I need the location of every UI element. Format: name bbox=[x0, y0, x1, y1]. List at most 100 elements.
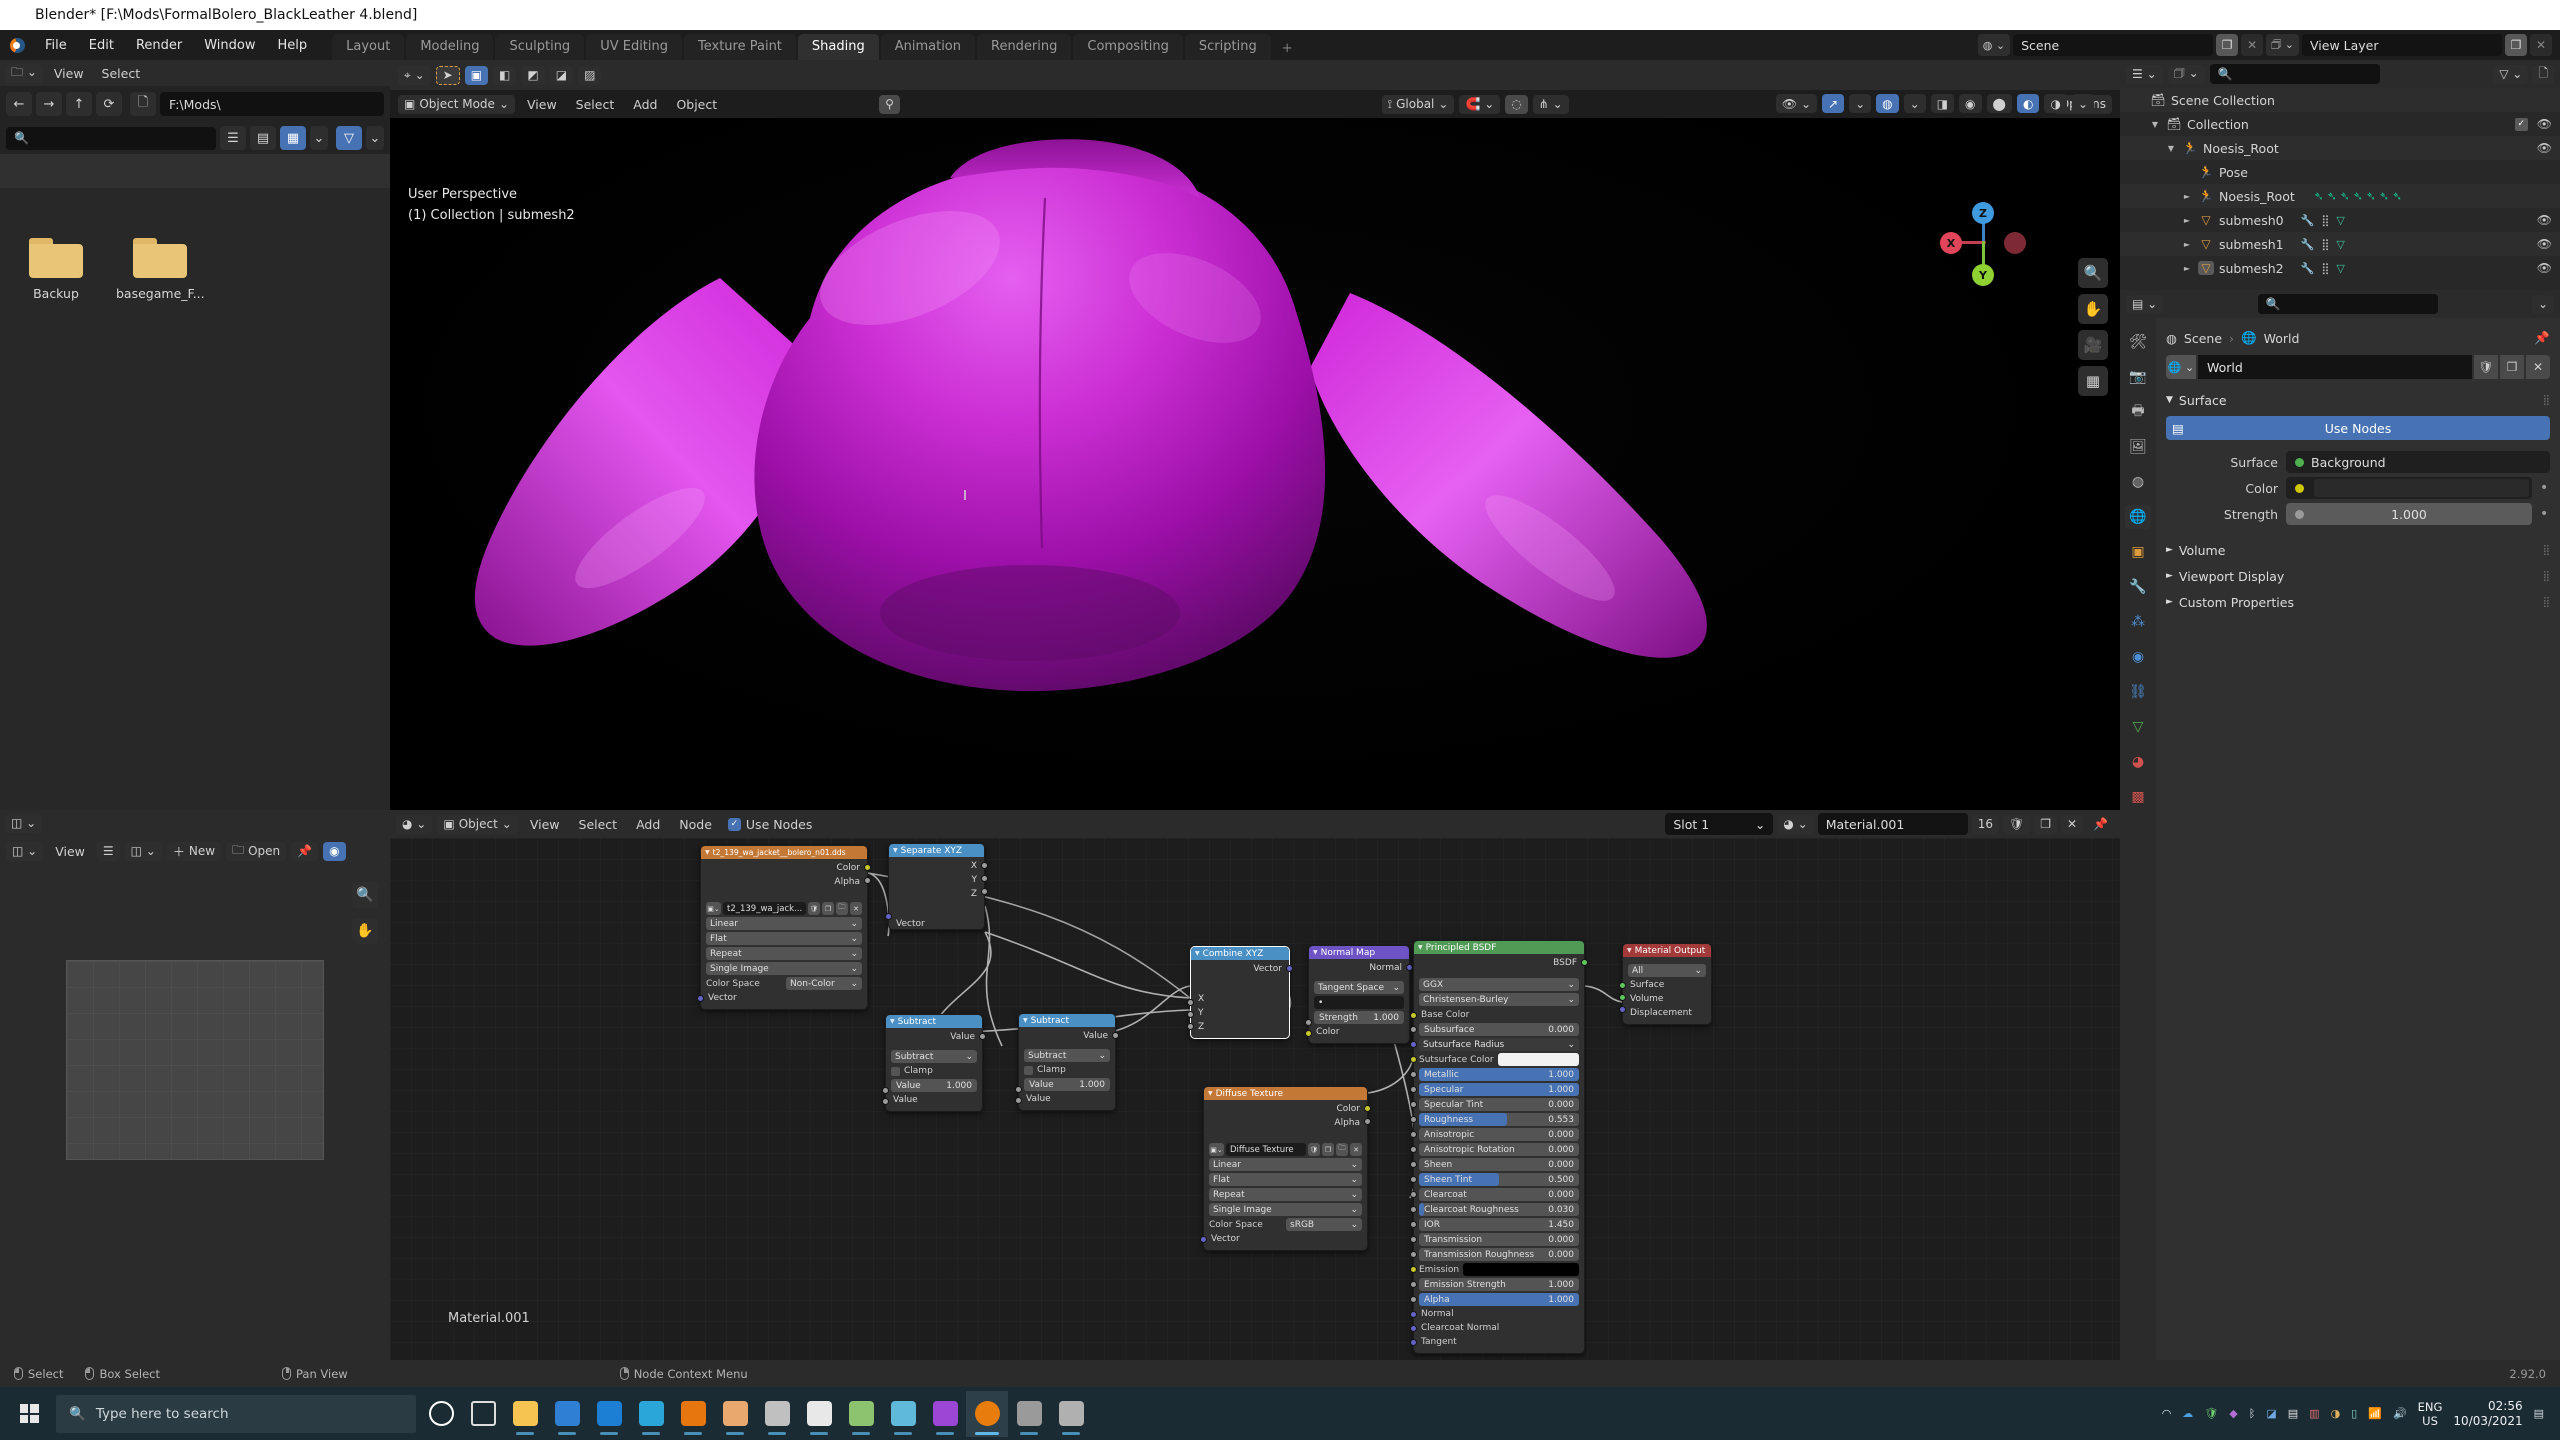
socket-vector-in[interactable] bbox=[885, 913, 892, 920]
use-nodes-checkbox[interactable]: ✓ Use Nodes bbox=[727, 817, 812, 832]
image-display-toggle[interactable]: ◉ bbox=[323, 841, 346, 861]
node-header[interactable]: ▼ Material Output bbox=[1623, 944, 1711, 957]
socket-anisotropic-rotation[interactable] bbox=[1410, 1146, 1417, 1153]
socket-alpha-out[interactable] bbox=[1364, 1118, 1371, 1125]
tray-app-icon[interactable]: ◆ bbox=[2229, 1407, 2237, 1420]
image-name-field[interactable]: t2_139_wa_jack... bbox=[723, 902, 806, 915]
value-slider[interactable]: Alpha 1.000 bbox=[1419, 1293, 1579, 1306]
detail-view-icon[interactable]: ▤ bbox=[250, 126, 276, 150]
socket-specular[interactable] bbox=[1410, 1086, 1417, 1093]
viewport-menu-view[interactable]: View bbox=[520, 97, 564, 112]
socket-x-out[interactable] bbox=[981, 862, 988, 869]
breadcrumb-scene[interactable]: Scene bbox=[2184, 331, 2222, 346]
select-subtract-icon[interactable]: ◩ bbox=[521, 65, 545, 85]
refresh-icon[interactable]: ⟳ bbox=[96, 92, 122, 116]
camera-view-icon[interactable]: 🎥 bbox=[2078, 330, 2108, 360]
start-button[interactable] bbox=[6, 1391, 52, 1437]
tab-material[interactable]: ◕ bbox=[2125, 750, 2151, 774]
viewport-menu-select[interactable]: Select bbox=[569, 97, 622, 112]
bone-icon[interactable]: ➴ bbox=[2353, 189, 2363, 203]
overlays-chevron-icon[interactable]: ⌄ bbox=[1903, 94, 1926, 113]
principled-row-metallic[interactable]: Metallic 1.000 bbox=[1410, 1068, 1579, 1081]
open-folder-icon[interactable]: 🗀 bbox=[836, 902, 848, 915]
principled-row-emission-strength[interactable]: Emission Strength 1.000 bbox=[1410, 1278, 1579, 1291]
list-view-icon[interactable]: ☰ bbox=[220, 126, 246, 150]
shader-menu-add[interactable]: Add bbox=[629, 817, 667, 832]
principled-row-alpha[interactable]: Alpha 1.000 bbox=[1410, 1293, 1579, 1306]
browser-icon[interactable] bbox=[1050, 1391, 1092, 1437]
edge-icon[interactable] bbox=[630, 1391, 672, 1437]
shading-material-preview-icon[interactable]: ◐ bbox=[2016, 94, 2040, 113]
vertex-group-icon[interactable]: ⣿ bbox=[2321, 238, 2329, 251]
socket-z-out[interactable] bbox=[981, 888, 988, 895]
collapse-triangle-icon[interactable]: ► bbox=[2181, 264, 2193, 273]
viewport-3d-canvas[interactable]: User Perspective (1) Collection | submes… bbox=[390, 94, 2120, 810]
copy-icon[interactable]: ❐ bbox=[1322, 1143, 1334, 1156]
node-input-vector[interactable]: Vector bbox=[894, 918, 979, 930]
tab-data[interactable]: ▽ bbox=[2125, 715, 2151, 739]
node-normal-map[interactable]: ▼ Normal Map Normal Tangent Space ⌄ • Str… bbox=[1305, 945, 1413, 1044]
strength-field[interactable]: Strength 1.000 bbox=[1314, 1011, 1404, 1024]
collection-checkbox[interactable]: ✓ bbox=[2514, 117, 2528, 131]
node-header[interactable]: ▼ Subtract bbox=[1019, 1014, 1115, 1027]
visibility-eye-icon[interactable]: 👁 bbox=[2537, 261, 2552, 275]
socket-emission[interactable] bbox=[1410, 1266, 1417, 1273]
socket-alpha-out[interactable] bbox=[864, 877, 871, 884]
socket-alpha[interactable] bbox=[1410, 1296, 1417, 1303]
material-name-field[interactable]: Material.001 bbox=[1817, 813, 1968, 835]
shading-wireframe-icon[interactable]: ◉ bbox=[1959, 94, 1982, 113]
file-item-basegame[interactable]: basegame_F... bbox=[116, 238, 205, 301]
material-unlink-icon[interactable]: ✕ bbox=[2060, 814, 2084, 834]
breadcrumb-world[interactable]: World bbox=[2264, 331, 2300, 346]
value-slider[interactable]: Sheen Tint 0.500 bbox=[1419, 1173, 1579, 1186]
mesh-data-icon[interactable]: ▽ bbox=[2336, 238, 2344, 251]
workspace-tab-modeling[interactable]: Modeling bbox=[406, 34, 494, 60]
value-slider[interactable]: Transmission Roughness 0.000 bbox=[1419, 1248, 1579, 1261]
socket-sheen-tint[interactable] bbox=[1410, 1176, 1417, 1183]
material-copy-icon[interactable]: ❐ bbox=[2034, 814, 2057, 834]
animate-color-dot-icon[interactable]: • bbox=[2540, 480, 2550, 496]
principled-row-clearcoat[interactable]: Clearcoat 0.000 bbox=[1410, 1188, 1579, 1201]
node-output-bsdf[interactable]: BSDF bbox=[1419, 957, 1579, 969]
new-image-button[interactable]: ＋ New bbox=[166, 841, 222, 861]
shader-type-dropdown[interactable]: ▣ Object ⌄ bbox=[437, 814, 518, 834]
workspace-tab-rendering[interactable]: Rendering bbox=[977, 34, 1072, 60]
outliner-display-mode-icon[interactable]: 🗇 ⌄ bbox=[2167, 64, 2205, 84]
node-input-displacement[interactable]: Displacement bbox=[1628, 1007, 1706, 1019]
node-header[interactable]: ▼ Principled BSDF bbox=[1414, 941, 1584, 954]
transform-orientation-dropdown[interactable]: ⟟ Global ⌄ bbox=[1381, 94, 1455, 114]
socket-value-out[interactable] bbox=[1112, 1032, 1119, 1039]
colorspace-dropdown[interactable]: sRGB ⌄ bbox=[1286, 1218, 1362, 1231]
socket-value-in-1[interactable] bbox=[882, 1087, 889, 1094]
node-input-z[interactable]: Z bbox=[1196, 1021, 1284, 1033]
bone-icon[interactable]: ➴ bbox=[2392, 189, 2402, 203]
row-dropdown[interactable]: Sutsurface Radius ⌄ bbox=[1419, 1038, 1579, 1051]
value-slider[interactable]: Anisotropic 0.000 bbox=[1419, 1128, 1579, 1141]
fake-user-shield-icon[interactable]: 🛡 bbox=[1308, 1143, 1320, 1156]
noesis-icon[interactable] bbox=[882, 1391, 924, 1437]
node-image-texture-normal[interactable]: ▼ t2_139_wa_jacket__bolero_n01.dds Color… bbox=[697, 845, 871, 1010]
tab-particles[interactable]: ⁂ bbox=[2125, 610, 2151, 634]
principled-row-sheen-tint[interactable]: Sheen Tint 0.500 bbox=[1410, 1173, 1579, 1186]
file-browser-menu-select[interactable]: Select bbox=[95, 66, 148, 81]
tray-battery-icon[interactable]: ▯ bbox=[2351, 1407, 2357, 1420]
gizmo-axis-neg-x[interactable] bbox=[2004, 232, 2026, 254]
tab-physics[interactable]: ◉ bbox=[2125, 645, 2151, 669]
projection-dropdown[interactable]: Flat ⌄ bbox=[706, 932, 862, 945]
outliner-new-collection-icon[interactable]: 🗋 bbox=[2532, 64, 2554, 84]
shading-chevron-icon[interactable]: ⌄ bbox=[2071, 94, 2094, 113]
node-combine-xyz[interactable]: ▼ Combine XYZ Vector X Y Z bbox=[1187, 946, 1293, 1039]
principled-row-roughness[interactable]: Roughness 0.553 bbox=[1410, 1113, 1579, 1126]
strength-slider[interactable]: 1.000 bbox=[2286, 503, 2532, 525]
socket-z-in[interactable] bbox=[1187, 1023, 1194, 1030]
socket-transmission-roughness[interactable] bbox=[1410, 1251, 1417, 1258]
parent-directory-icon[interactable]: ↑ bbox=[66, 92, 92, 116]
outliner-row-collection[interactable]: ▼ 🗃 Collection ✓ 👁 bbox=[2120, 112, 2560, 136]
modifier-wrench-icon[interactable]: 🔧 bbox=[2301, 238, 2315, 251]
proportional-edit-icon[interactable]: ◌ bbox=[1505, 94, 1528, 114]
collapse-triangle-icon[interactable]: ▼ bbox=[1627, 947, 1632, 954]
node-image-datablock[interactable]: ▣⌄ t2_139_wa_jack... 🛡 ❐ 🗀 ✕ bbox=[706, 902, 862, 915]
tab-render[interactable]: 📷 bbox=[2125, 365, 2151, 389]
node-input-volume[interactable]: Volume bbox=[1628, 993, 1706, 1005]
value-slider[interactable]: Clearcoat Roughness 0.030 bbox=[1419, 1203, 1579, 1216]
